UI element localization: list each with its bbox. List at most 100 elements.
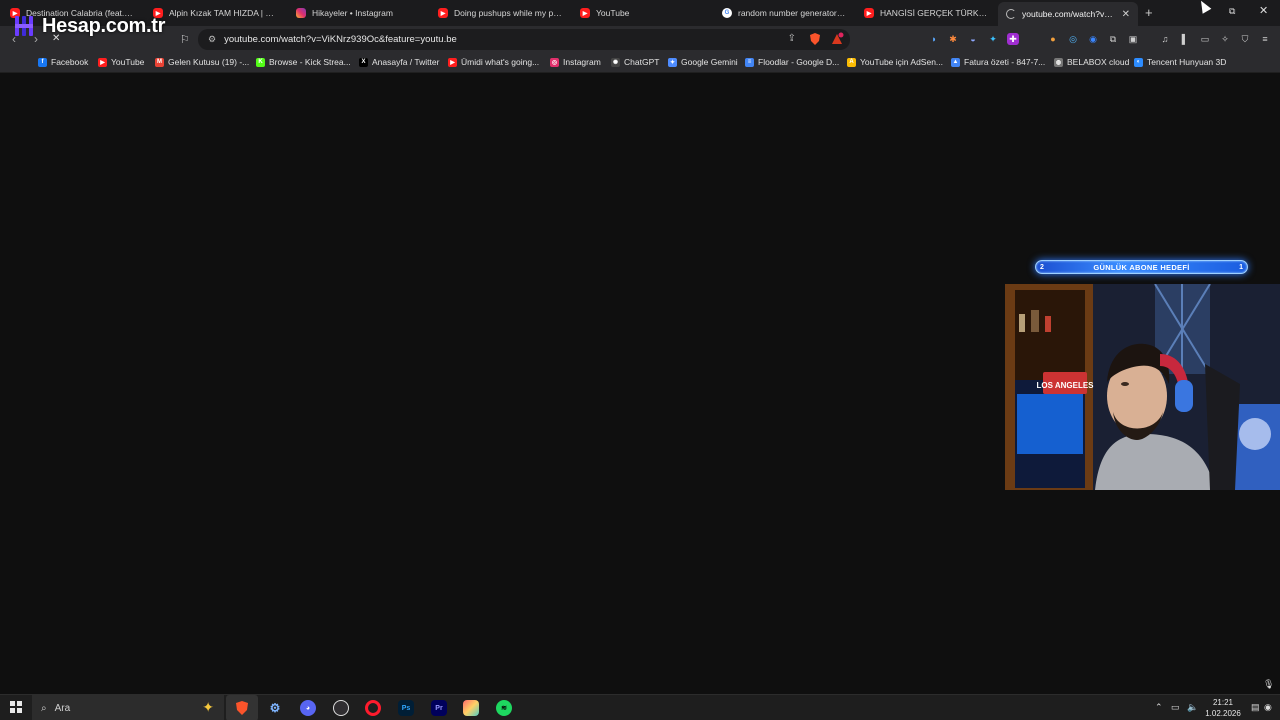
wallet-icon[interactable]: ▭ [1199,33,1211,45]
extension-icon[interactable]: ◎ [1067,33,1079,45]
bookmark-label: Google Gemini [681,57,738,67]
adsense-icon: A [847,57,856,67]
tab-doing-pushups[interactable]: ▶ Doing pushups while my paren [430,3,570,23]
tab-youtube[interactable]: ▶ YouTube [572,3,712,23]
bookmark-item[interactable]: ≡ Floodlar - Google D... [745,57,839,67]
close-window-icon[interactable]: ✕ [1259,4,1268,17]
show-hidden-icons-icon[interactable]: ⌃ [1155,702,1163,713]
new-tab-icon[interactable]: + [1145,5,1153,20]
gemini-icon: ✦ [668,57,677,67]
subscriber-goal-bar: 2 GÜNLÜK ABONE HEDEFİ 1 [1035,260,1248,274]
extensions-puzzle-icon[interactable]: ⧉ [1107,33,1119,45]
tab-instagram-stories[interactable]: Hikayeler • Instagram [288,3,428,23]
globe-icon: ◍ [1054,57,1063,67]
photos-icon[interactable] [463,700,479,716]
clock-time: 21:21 [1212,698,1234,707]
clock-date: 1.02.2026 [1205,709,1241,718]
extension-icon[interactable]: ✱ [947,33,959,45]
tab-random-number-generator[interactable]: G random number generator - G [714,3,854,23]
hesap-logo: Hesap.com.tr [12,14,165,38]
restore-icon[interactable]: ⧉ [1229,6,1235,17]
extension-icon[interactable]: ✦ [987,33,999,45]
tab-title: HANGİSİ GERÇEK TÜRK VATAN [880,8,988,18]
opera-icon[interactable] [365,700,381,716]
leo-ai-icon[interactable]: ✧ [1219,33,1231,45]
bookmark-label: YouTube [111,57,145,67]
notifications-icon[interactable]: ▤ [1251,702,1260,713]
bookmark-item[interactable]: f Facebook [38,57,88,67]
search-icon: ⌕ [41,702,47,714]
tab-title: Hikayeler • Instagram [312,8,393,18]
bookmark-label: Tencent Hunyuan 3D [1147,57,1227,67]
extension-icon[interactable]: ✚ [1007,33,1019,45]
tab-title: youtube.com/watch?v=ViK [1022,9,1114,19]
instagram-icon: ◎ [550,57,559,67]
bookmark-item[interactable]: ✺ ChatGPT [611,57,659,67]
hesap-logo-icon [15,16,33,36]
premiere-icon[interactable]: Pr [431,700,447,716]
taskbar-search[interactable]: ⌕ Ara ✦ [32,695,224,720]
chatgpt-icon: ✺ [611,57,620,67]
bookmark-label: YouTube için AdSen... [860,57,944,67]
site-info-icon[interactable]: ⚙ [208,34,216,45]
brave-icon[interactable] [234,700,250,716]
tab-title: YouTube [596,8,630,18]
bookmark-item[interactable]: ◐ Tencent Hunyuan 3D [1134,57,1226,67]
clock[interactable]: 21:21 1.02.2026 [1204,697,1242,719]
media-icon[interactable]: ♫ [1159,33,1171,45]
url-text[interactable]: youtube.com/watch?v=ViKNrz939Oc&feature=… [224,34,457,45]
tab-current-youtube-watch[interactable]: youtube.com/watch?v=ViK ✕ [998,2,1138,26]
youtube-icon: ▶ [98,57,107,67]
bookmark-label: Browse - Kick Strea... [269,57,351,67]
youtube-icon: ▶ [864,8,874,18]
bookmark-item[interactable]: ◎ Instagram [550,57,601,67]
tab-hangisi-gercek[interactable]: ▶ HANGİSİ GERÇEK TÜRK VATAN [856,3,996,23]
bookmark-label: Anasayfa / Twitter [372,57,440,67]
svg-text:LOS ANGELES: LOS ANGELES [1036,381,1094,390]
bookmark-item[interactable]: ▲ Fatura özeti - 847-7... [951,57,1045,67]
brave-rewards-icon[interactable] [830,32,844,46]
settings-icon[interactable]: ⚙ [267,700,283,716]
sidebar-icon[interactable]: ▌ [1179,33,1191,45]
google-icon: G [722,8,732,18]
extension-icon[interactable]: ◉ [1087,33,1099,45]
network-icon[interactable]: ▭ [1171,702,1180,713]
bookmark-item[interactable]: ▶ YouTube [98,57,144,67]
photoshop-icon[interactable]: Ps [398,700,414,716]
bookmark-item[interactable]: M Gelen Kutusu (19) -... [155,57,249,67]
bookmark-item[interactable]: A YouTube için AdSen... [847,57,943,67]
bookmark-item[interactable]: ✦ Google Gemini [668,57,738,67]
tab-title: Alpin Kızak TAM HIZDA | 4K | Ir [169,8,275,18]
focus-icon[interactable]: ◉ [1264,702,1272,713]
vpn-icon[interactable]: ⛉ [1239,33,1251,45]
share-icon[interactable]: ⇪ [788,33,796,44]
volume-icon[interactable]: 🔈 [1187,702,1198,713]
windows-start-icon[interactable] [10,701,22,713]
extension-icon[interactable]: ● [1047,33,1059,45]
extension-icon[interactable]: ◒ [967,33,979,45]
tab-alpin-kizak[interactable]: ▶ Alpin Kızak TAM HIZDA | 4K | Ir [145,3,283,23]
spotify-icon[interactable]: ≋ [496,700,512,716]
close-tab-icon[interactable]: ✕ [1122,9,1130,20]
extension-icon[interactable]: ▣ [1127,33,1139,45]
bookmark-item[interactable]: X Anasayfa / Twitter [359,57,439,67]
menu-icon[interactable]: ≡ [1259,33,1271,45]
tab-title: random number generator - G [738,8,846,18]
copilot-highlight-icon: ✦ [202,699,214,715]
bookmark-label: Facebook [51,57,89,67]
bookmark-item[interactable]: ▶ Ümidi what's going... [448,57,539,67]
obs-icon[interactable] [333,700,349,716]
loading-icon [1006,9,1016,19]
discord-icon[interactable]: ◕ [300,700,316,716]
mouse-cursor-icon [1196,0,1212,14]
facebook-icon: f [38,57,47,67]
google-docs-icon: ≡ [745,57,754,67]
bookmark-label: Instagram [563,57,601,67]
bookmark-label: Ümidi what's going... [461,57,540,67]
bookmark-item[interactable]: K Browse - Kick Strea... [256,57,351,67]
bookmark-icon[interactable]: ⚐ [180,33,190,46]
brave-shields-icon[interactable] [808,32,822,46]
address-bar[interactable]: ⚙ youtube.com/watch?v=ViKNrz939Oc&featur… [198,29,850,50]
extension-icon[interactable]: ◗ [928,33,940,45]
bookmark-item[interactable]: ◍ BELABOX cloud [1054,57,1129,67]
